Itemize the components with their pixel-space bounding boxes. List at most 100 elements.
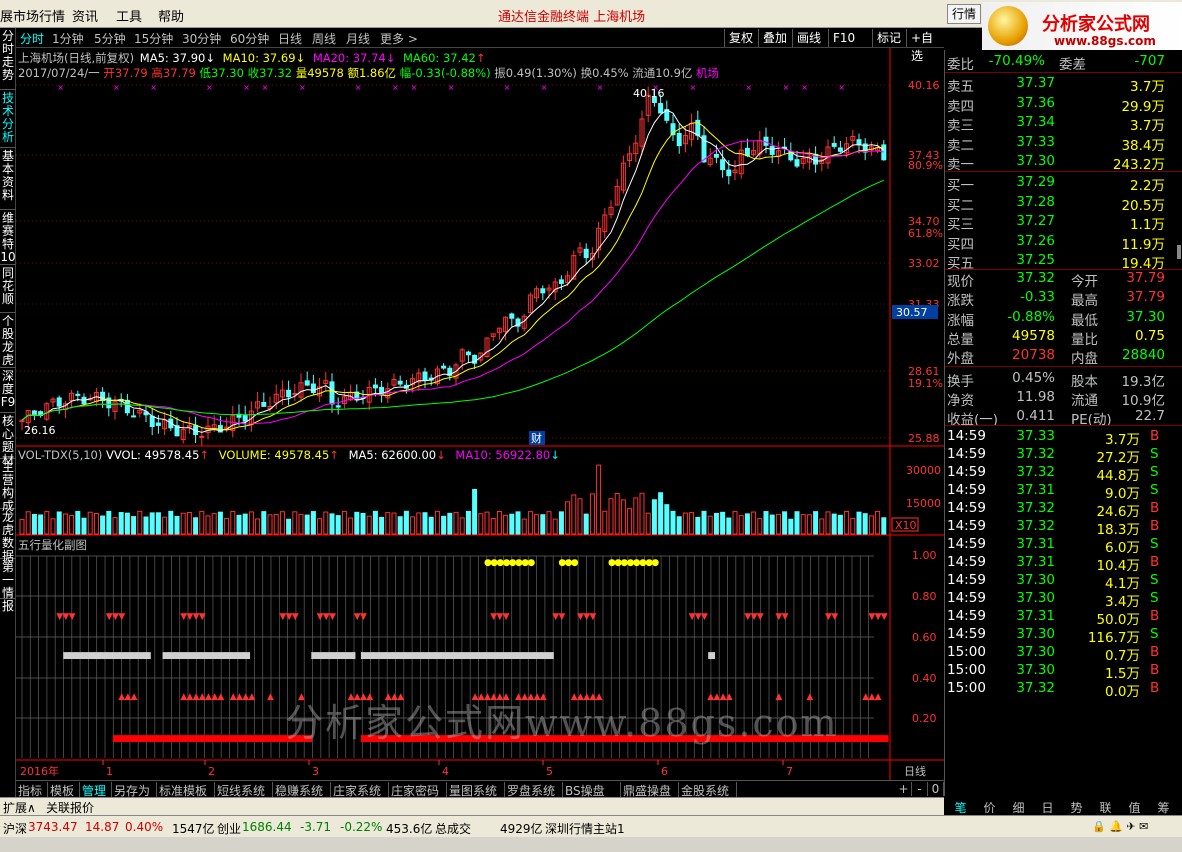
tool-button-3[interactable]: F10 xyxy=(828,29,859,47)
right-tab-6[interactable]: 值 xyxy=(1122,799,1147,816)
volume-bar xyxy=(317,518,323,535)
side-tab-4[interactable]: 同花顺 xyxy=(0,265,16,313)
tool-button-5[interactable]: +自选 xyxy=(906,29,944,63)
side-tab-8[interactable]: 主营构成 xyxy=(0,459,16,513)
tick-time: 14:59 xyxy=(947,536,986,552)
volume-bar xyxy=(769,514,775,535)
sub-axis-label: 1.00 xyxy=(912,549,937,562)
volume-bar xyxy=(155,512,161,535)
price-axis-label: 61.8% xyxy=(908,227,943,240)
menu-item-tools[interactable]: 工具 xyxy=(116,6,142,25)
related-quotes-button[interactable]: 关联报价 xyxy=(46,799,94,816)
volume-bar xyxy=(875,510,881,535)
side-tab-5[interactable]: 个股龙虎 xyxy=(0,313,16,368)
side-tab-6[interactable]: 深度F9 xyxy=(0,368,16,413)
side-tab-3[interactable]: 维赛特10 xyxy=(0,210,16,265)
side-tab-9[interactable]: 龙虎数据 xyxy=(0,509,16,563)
zoom-button-1[interactable]: - xyxy=(912,782,928,796)
period-tab-7[interactable]: 周线 xyxy=(312,30,336,47)
logo-ball-icon xyxy=(988,6,1028,46)
tool-button-1[interactable]: 叠加 xyxy=(758,29,791,47)
tick-time: 14:59 xyxy=(947,518,986,534)
tick-price: 37.33 xyxy=(1016,428,1055,444)
bar-open: 开37.79 xyxy=(103,66,148,80)
stat-value: -0.88% xyxy=(1007,308,1055,325)
right-tab-7[interactable]: 筹 xyxy=(1151,799,1176,816)
weibi-value: -70.49% xyxy=(988,53,1045,69)
signal-up-red: ▲ xyxy=(875,692,882,702)
side-tabs: 分时走势 技术分析 基本资料 维赛特10 同花顺 个股龙虎 深度F9 核心题材 主营构成 龙虎数据… xyxy=(0,28,16,800)
period-tab-9[interactable]: 更多 > xyxy=(380,30,418,47)
period-tab-0[interactable]: 分时 xyxy=(20,30,44,47)
right-tab-5[interactable]: 联 xyxy=(1093,799,1118,816)
signal-marker: × xyxy=(262,83,269,92)
volume-bar xyxy=(354,511,360,535)
zoom-button-0[interactable]: + xyxy=(896,782,912,796)
side-tab-0[interactable]: 分时走势 xyxy=(0,28,16,90)
signal-down-red: ▼ xyxy=(329,612,336,622)
bar-float: 流通10.9亿 xyxy=(632,66,693,80)
side-tab-7[interactable]: 核心题材 xyxy=(0,413,16,467)
period-tab-5[interactable]: 60分钟 xyxy=(230,30,269,47)
stat-label: 涨幅 xyxy=(947,312,974,329)
tick-side: B xyxy=(1150,554,1160,570)
hs-amount: 1547亿 xyxy=(172,822,215,836)
status-bar: 沪深 3743.47 14.87 0.40% 1547亿 创业 1686.44 … xyxy=(0,815,1182,837)
tick-time: 14:59 xyxy=(947,464,986,480)
signal-marker: × xyxy=(801,83,808,92)
tool-button-2[interactable]: 画线 xyxy=(792,29,825,47)
vol-indicator-name: VOL-TDX(5,10) xyxy=(18,448,103,462)
side-tab-10[interactable]: 第一情报 xyxy=(0,559,16,613)
volume-bar xyxy=(50,518,56,535)
signal-marker: × xyxy=(448,83,455,92)
side-tab-2[interactable]: 基本资料 xyxy=(0,148,16,210)
volume-bar xyxy=(676,516,682,535)
tick-side: S xyxy=(1150,464,1159,480)
period-tab-1[interactable]: 1分钟 xyxy=(52,30,84,47)
period-tab-6[interactable]: 日线 xyxy=(278,30,302,47)
menu-item-news[interactable]: 资讯 xyxy=(72,6,98,25)
vol-ma10-label: MA10: 56922.80 xyxy=(455,448,551,462)
candle-body xyxy=(310,383,316,394)
volume-bar xyxy=(205,515,211,535)
volume-bar xyxy=(738,515,744,535)
tool-button-4[interactable]: 标记 xyxy=(872,29,905,47)
zoom-button-2[interactable]: 0 xyxy=(928,782,944,796)
volume-bar xyxy=(614,493,620,535)
bar-high: 高37.79 xyxy=(151,66,196,80)
tick-price: 37.32 xyxy=(1016,518,1055,534)
right-panel-tabs: 笔价细日势联值筹 xyxy=(944,797,1182,815)
status-icons[interactable]: 🔒 🔔 ✈ ✉ xyxy=(1092,820,1148,833)
right-tab-0[interactable]: 笔 xyxy=(948,799,973,816)
bar-change: 幅-0.33(-0.88%) xyxy=(399,66,491,80)
right-tab-2[interactable]: 细 xyxy=(1006,799,1031,816)
period-tab-4[interactable]: 30分钟 xyxy=(182,30,221,47)
tick-time: 14:59 xyxy=(947,446,986,462)
chart-area[interactable]: ●●●●●●●● ●●● ●●●●●●●●▼ ▼ ▼ ▼ ▼ ▼ ▼ ▼ ▼ ▼ ▼ ▼ ▼ ▼ ▼ ▼ ▼ ▼ ▼ ▼ ▼… xyxy=(16,48,944,780)
tool-button-0[interactable]: 复权 xyxy=(724,29,757,47)
menu-item-help[interactable]: 帮助 xyxy=(158,6,184,25)
expand-button[interactable]: 扩展∧ xyxy=(3,799,36,816)
sell-level-price: 37.33 xyxy=(1016,133,1055,150)
tick-time: 15:00 xyxy=(947,662,986,678)
right-tab-4[interactable]: 势 xyxy=(1064,799,1089,816)
volume-bar xyxy=(819,518,825,535)
candle-body xyxy=(372,384,378,389)
buy-level-label: 买四 xyxy=(947,236,974,253)
volume-bar xyxy=(255,518,261,535)
bar-date: 2017/07/24/一 xyxy=(18,66,100,80)
buy-level-volume: 11.9万 xyxy=(1121,236,1165,253)
candle-body xyxy=(837,147,843,152)
period-tab-2[interactable]: 5分钟 xyxy=(94,30,126,47)
vol-scale-label: X10 xyxy=(895,519,917,532)
quote-button[interactable]: 行情 xyxy=(947,4,981,24)
panel-scrollbar[interactable] xyxy=(1177,245,1181,259)
right-tab-1[interactable]: 价 xyxy=(977,799,1002,816)
side-tab-1[interactable]: 技术分析 xyxy=(0,90,16,148)
tick-price: 37.30 xyxy=(1016,644,1055,660)
right-tab-3[interactable]: 日 xyxy=(1035,799,1060,816)
volume-bar xyxy=(279,511,285,535)
period-tab-3[interactable]: 15分钟 xyxy=(134,30,173,47)
volume-bar xyxy=(441,515,447,535)
period-tab-8[interactable]: 月线 xyxy=(346,30,370,47)
